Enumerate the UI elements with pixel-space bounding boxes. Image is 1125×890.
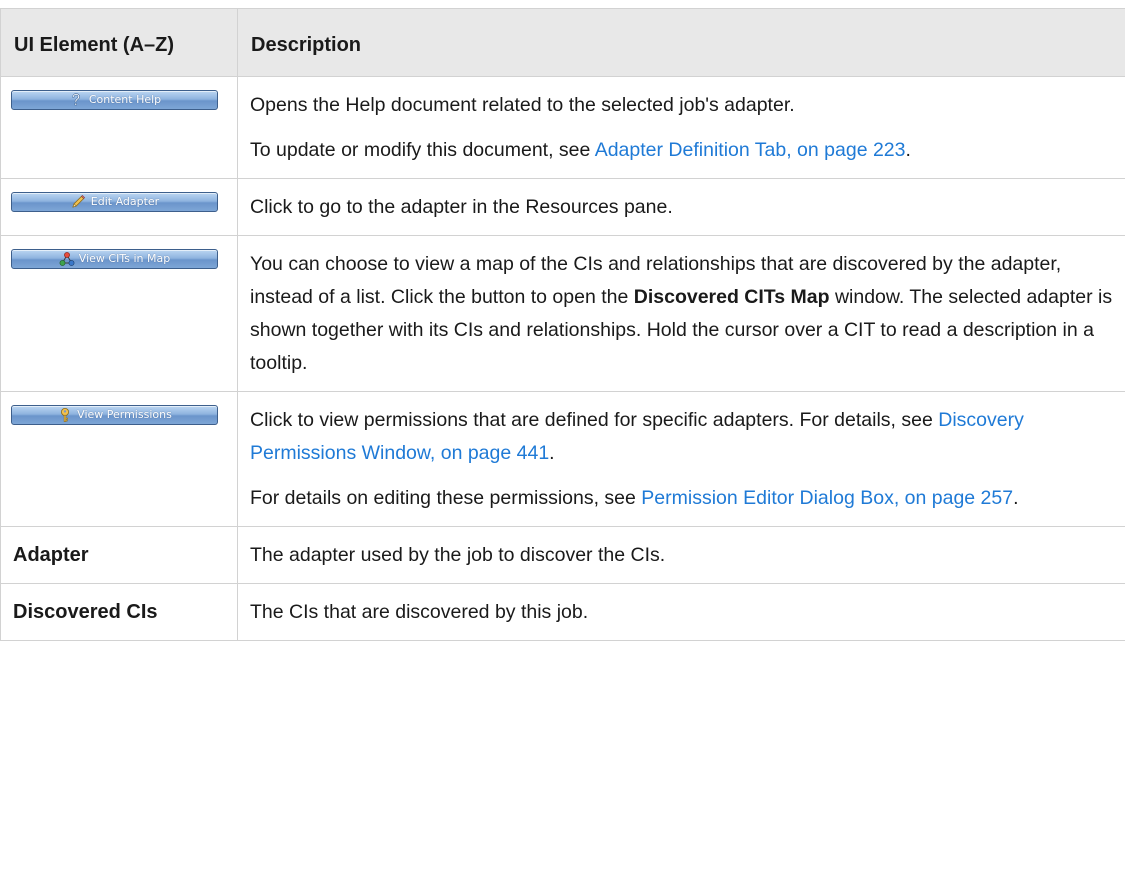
description-text: Click to go to the adapter in the Resour… bbox=[250, 196, 673, 218]
table-row: Adapter The adapter used by the job to d… bbox=[0, 526, 1125, 584]
button-label: Edit Adapter bbox=[90, 195, 160, 208]
ui-elements-table: UI Element (A–Z) Description Content Hel… bbox=[0, 8, 1125, 641]
table-row: View Permissions Click to view permissio… bbox=[0, 391, 1125, 527]
adapter-definition-tab-link[interactable]: Adapter Definition Tab, on page 223 bbox=[595, 139, 906, 161]
pencil-icon bbox=[70, 194, 86, 210]
button-label: View CITs in Map bbox=[78, 252, 171, 265]
view-permissions-button[interactable]: View Permissions bbox=[11, 405, 218, 425]
content-help-button[interactable]: Content Help bbox=[11, 90, 218, 110]
ui-element-name: Adapter bbox=[0, 526, 238, 584]
description-cell: Click to go to the adapter in the Resour… bbox=[237, 178, 1125, 236]
button-label: Content Help bbox=[88, 93, 162, 106]
description-text: For details on editing these permissions… bbox=[250, 482, 1116, 515]
table-row: Discovered CIs The CIs that are discover… bbox=[0, 583, 1125, 641]
description-text: Click to view permissions that are defin… bbox=[250, 404, 1116, 470]
description-text-segment: . bbox=[905, 139, 911, 161]
view-cits-in-map-button[interactable]: View CITs in Map bbox=[11, 249, 218, 269]
description-text: Opens the Help document related to the s… bbox=[250, 94, 795, 116]
header-description: Description bbox=[237, 8, 1125, 77]
description-cell: The CIs that are discovered by this job. bbox=[237, 583, 1125, 641]
ui-element-cell: View Permissions bbox=[0, 391, 238, 527]
header-ui-element: UI Element (A–Z) bbox=[0, 8, 238, 77]
description-text-segment: Click to view permissions that are defin… bbox=[250, 409, 939, 431]
ui-element-name: Discovered CIs bbox=[0, 583, 238, 641]
help-question-icon bbox=[68, 92, 84, 108]
ui-element-cell: Edit Adapter bbox=[0, 178, 238, 236]
description-text-segment: . bbox=[1013, 487, 1019, 509]
description-text-segment: . bbox=[549, 442, 555, 464]
permission-editor-dialog-box-link[interactable]: Permission Editor Dialog Box, on page 25… bbox=[641, 487, 1013, 509]
edit-adapter-button[interactable]: Edit Adapter bbox=[11, 192, 218, 212]
description-cell: Opens the Help document related to the s… bbox=[237, 76, 1125, 179]
discovered-cits-map-term: Discovered CITs Map bbox=[633, 286, 830, 308]
ui-element-cell: Content Help bbox=[0, 76, 238, 179]
button-label: View Permissions bbox=[77, 408, 172, 421]
description-text-segment: To update or modify this document, see bbox=[250, 139, 595, 161]
table-row: Content Help Opens the Help document rel… bbox=[0, 76, 1125, 179]
ui-element-cell: View CITs in Map bbox=[0, 235, 238, 392]
table-header-row: UI Element (A–Z) Description bbox=[0, 8, 1125, 77]
description-cell: Click to view permissions that are defin… bbox=[237, 391, 1125, 527]
description-text: To update or modify this document, see A… bbox=[250, 134, 1116, 167]
topology-map-icon bbox=[59, 251, 75, 267]
description-cell: The adapter used by the job to discover … bbox=[237, 526, 1125, 584]
key-icon bbox=[57, 407, 73, 423]
description-text: The adapter used by the job to discover … bbox=[250, 544, 666, 566]
table-row: Edit Adapter Click to go to the adapter … bbox=[0, 178, 1125, 236]
description-text-segment: For details on editing these permissions… bbox=[250, 487, 642, 509]
description-text: You can choose to view a map of the CIs … bbox=[250, 248, 1116, 380]
description-cell: You can choose to view a map of the CIs … bbox=[237, 235, 1125, 392]
table-row: View CITs in Map You can choose to view … bbox=[0, 235, 1125, 392]
description-text: The CIs that are discovered by this job. bbox=[250, 601, 589, 623]
